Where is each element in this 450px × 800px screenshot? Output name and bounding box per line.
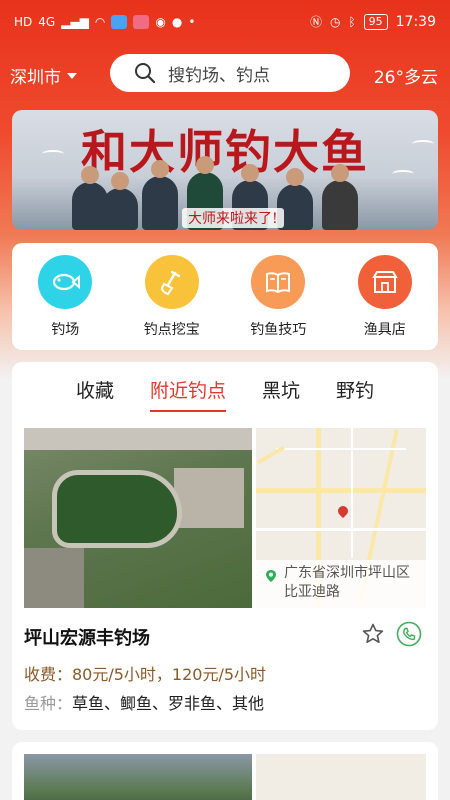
signal-icon: ▂▄▆	[61, 15, 89, 29]
category-label: 钓鱼技巧	[250, 322, 307, 338]
spot-name[interactable]: 坪山宏源丰钓场	[24, 624, 150, 650]
tab-nearby[interactable]: 附近钓点	[146, 376, 230, 412]
app-notification-icon	[111, 15, 128, 29]
fish-icon	[38, 255, 93, 309]
app-notification-icon	[133, 15, 150, 29]
spot-photo[interactable]	[24, 428, 252, 608]
status-bar: HD 4G ▂▄▆ ◠ ◉ ● • Ⓝ ◷ ᛒ 95 17:39	[0, 0, 450, 48]
tab-wild-fishing[interactable]: 野钓	[332, 376, 378, 410]
search-icon	[134, 62, 156, 84]
tab-favorites[interactable]: 收藏	[72, 376, 118, 410]
caret-down-icon	[67, 72, 77, 79]
top-header: 深圳市 搜钓场、钓点 26°多云	[0, 52, 450, 96]
star-icon[interactable]	[361, 622, 385, 646]
spot-list-card: 收藏 附近钓点 黑坑 野钓 广东省深圳市坪山区比亚迪路 坪山宏源丰钓场 收费：8…	[12, 362, 438, 730]
search-placeholder: 搜钓场、钓点	[168, 65, 270, 86]
spot-fish-species: 鱼种：草鱼、鲫鱼、罗非鱼、其他	[24, 690, 264, 714]
spot-tabs: 收藏 附近钓点 黑坑 野钓	[12, 376, 438, 412]
tab-black-pit[interactable]: 黑坑	[258, 376, 304, 410]
category-tackle-shop[interactable]: 渔具店	[340, 255, 430, 350]
category-label: 钓点挖宝	[143, 322, 200, 338]
search-bar[interactable]: 搜钓场、钓点	[110, 54, 350, 92]
status-right: Ⓝ ◷ ᛒ 95 17:39	[310, 14, 436, 30]
category-spot-treasure[interactable]: 钓点挖宝	[127, 255, 217, 350]
city-label: 深圳市	[10, 68, 61, 88]
weather-info[interactable]: 26°多云	[374, 63, 438, 88]
bluetooth-icon: ᛒ	[348, 15, 356, 29]
spot-address: 广东省深圳市坪山区比亚迪路	[284, 565, 410, 600]
chat-icon: ●	[171, 15, 183, 29]
more-icon: •	[188, 15, 196, 29]
spot-map	[256, 754, 426, 800]
spot-list-card-next[interactable]	[12, 742, 438, 800]
status-left: HD 4G ▂▄▆ ◠ ◉ ● •	[14, 14, 195, 30]
category-fishing-ground[interactable]: 钓场	[20, 255, 110, 350]
nfc-icon: Ⓝ	[309, 15, 322, 29]
spot-photo	[24, 754, 252, 800]
shop-icon	[357, 255, 412, 309]
map-address-overlay: 广东省深圳市坪山区比亚迪路	[256, 560, 426, 608]
alarm-icon: ◷	[329, 15, 341, 29]
category-label: 渔具店	[363, 322, 406, 338]
network-type: HD	[14, 15, 33, 29]
location-pin-icon	[264, 568, 278, 582]
phone-icon[interactable]	[396, 621, 422, 647]
promo-banner[interactable]: 和大师钓大鱼 大师来啦来了!	[12, 110, 438, 230]
fish-label: 鱼种：	[24, 694, 73, 713]
fish-value: 草鱼、鲫鱼、罗非鱼、其他	[72, 694, 265, 713]
banner-subtitle: 大师来啦来了!	[182, 208, 284, 228]
clock: 17:39	[395, 14, 436, 30]
wifi-icon: ◠	[94, 15, 106, 29]
notification-icon: ◉	[155, 15, 166, 29]
signal-strength: 4G	[38, 15, 56, 29]
category-fishing-tips[interactable]: 钓鱼技巧	[233, 255, 323, 350]
shovel-icon	[144, 255, 199, 309]
battery-icon: 95	[363, 14, 388, 30]
map-marker-icon	[335, 503, 351, 519]
spot-fee: 收费：80元/5小时，120元/5小时	[24, 665, 267, 684]
city-selector[interactable]: 深圳市	[10, 63, 77, 88]
category-label: 钓场	[51, 322, 80, 338]
category-card: 钓场 钓点挖宝 钓鱼技巧 渔具店	[12, 243, 438, 350]
pond-image	[52, 470, 182, 548]
book-icon	[251, 255, 306, 309]
spot-map[interactable]: 广东省深圳市坪山区比亚迪路	[256, 428, 426, 608]
